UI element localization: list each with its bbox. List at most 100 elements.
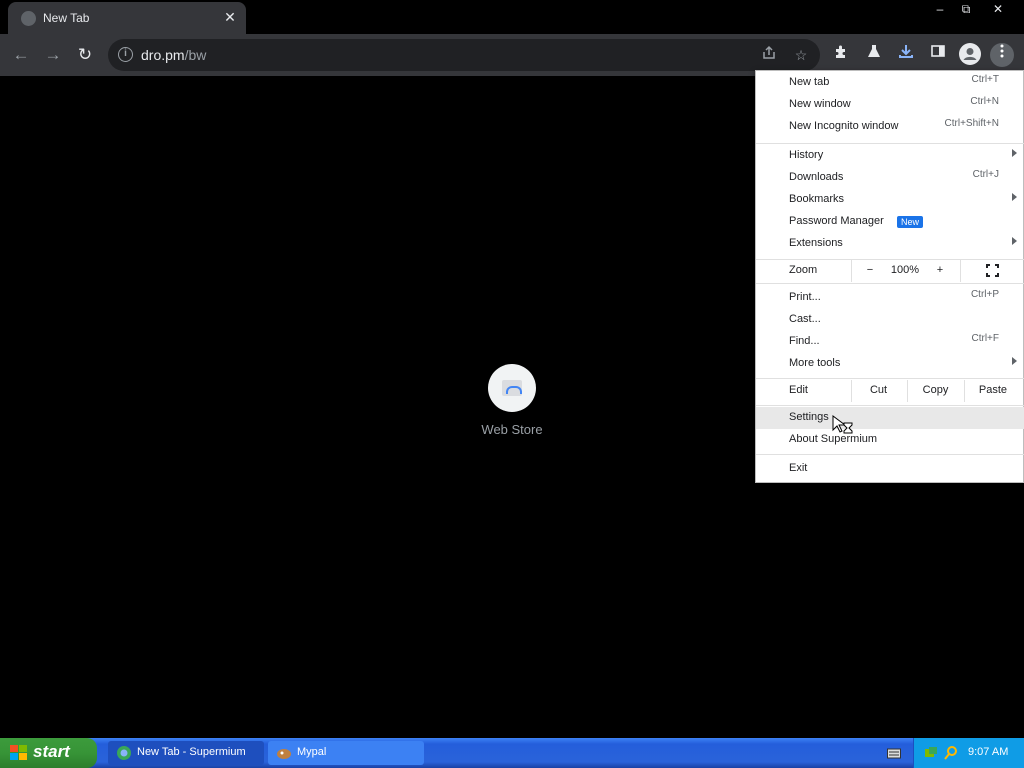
mypal-icon <box>276 745 292 761</box>
url-text: dro.pm/bw <box>141 47 206 63</box>
menu-item-new-incognito[interactable]: New Incognito window Ctrl+Shift+N <box>756 116 1024 138</box>
menu-divider <box>756 378 1024 379</box>
menu-item-more-tools[interactable]: More tools <box>756 353 1024 375</box>
menu-label: Extensions <box>789 237 843 249</box>
vertical-divider <box>960 260 961 282</box>
download-icon[interactable] <box>894 43 918 67</box>
submenu-arrow-icon <box>1012 149 1017 157</box>
task-label: New Tab - Supermium <box>137 746 246 758</box>
menu-kebab-icon[interactable] <box>990 43 1014 67</box>
start-label: start <box>33 742 70 761</box>
menu-shortcut: Ctrl+N <box>970 96 999 107</box>
tab-strip: New Tab ✕ ‒ ⧉ ✕ <box>0 0 1024 34</box>
menu-label: Password Manager <box>789 215 884 227</box>
web-store-icon <box>488 364 536 412</box>
paste-button[interactable]: Paste <box>965 384 1021 396</box>
menu-label: More tools <box>789 357 841 369</box>
zoom-out-button[interactable]: − <box>860 264 880 276</box>
menu-row-edit: Edit Cut Copy Paste <box>756 380 1024 402</box>
menu-label: New window <box>789 98 851 110</box>
labs-flask-icon[interactable] <box>862 43 886 67</box>
menu-item-downloads[interactable]: Downloads Ctrl+J <box>756 167 1024 189</box>
url-path: /bw <box>184 47 207 63</box>
address-bar[interactable]: i dro.pm/bw ☆ <box>108 39 820 71</box>
network-icon[interactable] <box>923 745 939 761</box>
menu-item-exit[interactable]: Exit <box>756 458 1024 480</box>
taskbar: start New Tab - Supermium Mypal 9:07 AM <box>0 738 1024 768</box>
tab-title: New Tab <box>43 11 90 25</box>
menu-label: Exit <box>789 462 808 474</box>
new-badge: New <box>897 216 924 228</box>
search-icon[interactable] <box>943 745 959 761</box>
bookmark-star-icon[interactable]: ☆ <box>790 45 812 67</box>
restore-button[interactable]: ⧉ <box>952 0 980 18</box>
vertical-divider <box>851 260 852 282</box>
browser-menu: New tab Ctrl+T New window Ctrl+N New Inc… <box>755 70 1024 483</box>
menu-shortcut: Ctrl+J <box>972 169 999 180</box>
site-info-icon[interactable]: i <box>118 47 133 62</box>
menu-item-history[interactable]: History <box>756 145 1024 167</box>
menu-label: New tab <box>789 76 830 88</box>
shortcut-label: Web Store <box>481 422 543 437</box>
tab-new-tab[interactable]: New Tab ✕ <box>8 2 246 34</box>
screen: New Tab ✕ ‒ ⧉ ✕ ← → ↻ i dro.pm/bw ☆ Web … <box>0 0 1024 768</box>
keyboard-icon[interactable] <box>887 747 901 759</box>
start-button[interactable]: start <box>0 738 97 768</box>
url-host: dro.pm <box>141 47 185 63</box>
reload-icon[interactable]: ↻ <box>73 43 97 67</box>
menu-item-find[interactable]: Find... Ctrl+F <box>756 331 1024 353</box>
back-icon[interactable]: ← <box>9 43 33 67</box>
busy-cursor-icon <box>832 415 853 434</box>
close-window-button[interactable]: ✕ <box>984 0 1012 18</box>
menu-divider <box>756 454 1024 455</box>
zoom-in-button[interactable]: + <box>930 264 950 276</box>
menu-item-bookmarks[interactable]: Bookmarks <box>756 189 1024 211</box>
profile-avatar-icon[interactable] <box>958 43 982 67</box>
menu-label: Edit <box>789 384 808 396</box>
menu-label: Print... <box>789 291 821 303</box>
menu-divider <box>756 143 1024 144</box>
shortcut-web-store[interactable]: Web Store <box>471 364 553 437</box>
share-icon[interactable] <box>758 45 780 67</box>
task-label: Mypal <box>297 746 327 758</box>
menu-label: New Incognito window <box>789 120 899 132</box>
menu-divider <box>756 405 1024 406</box>
menu-label: Zoom <box>789 264 818 276</box>
menu-item-settings[interactable]: Settings <box>756 407 1024 429</box>
submenu-arrow-icon <box>1012 237 1017 245</box>
menu-shortcut: Ctrl+F <box>971 333 1000 344</box>
menu-shortcut: Ctrl+Shift+N <box>944 118 999 129</box>
submenu-arrow-icon <box>1012 193 1017 201</box>
clock: 9:07 AM <box>968 746 1009 758</box>
taskbar-item-mypal[interactable]: Mypal <box>268 741 424 765</box>
menu-item-about[interactable]: About Supermium <box>756 429 1024 451</box>
menu-item-new-tab[interactable]: New tab Ctrl+T <box>756 72 1024 94</box>
minimize-button[interactable]: ‒ <box>926 0 954 18</box>
fullscreen-icon[interactable] <box>986 264 999 277</box>
menu-row-zoom: Zoom − 100% + <box>756 260 1024 282</box>
forward-icon[interactable]: → <box>41 43 65 67</box>
menu-label: Downloads <box>789 171 844 183</box>
menu-item-new-window[interactable]: New window Ctrl+N <box>756 94 1024 116</box>
menu-item-extensions[interactable]: Extensions <box>756 233 1024 255</box>
menu-label: Cast... <box>789 313 821 325</box>
menu-label: Settings <box>789 411 829 423</box>
extensions-icon[interactable] <box>830 43 854 67</box>
copy-button[interactable]: Copy <box>908 384 963 396</box>
menu-item-cast[interactable]: Cast... <box>756 309 1024 331</box>
windows-logo-icon <box>10 745 28 761</box>
menu-item-print[interactable]: Print... Ctrl+P <box>756 287 1024 309</box>
taskbar-item-supermium[interactable]: New Tab - Supermium <box>108 741 264 765</box>
menu-label: History <box>789 149 824 161</box>
system-tray: 9:07 AM <box>913 738 1024 768</box>
menu-item-password-manager[interactable]: Password Manager New <box>756 211 1024 233</box>
supermium-icon <box>116 745 132 761</box>
side-panel-icon[interactable] <box>926 43 950 67</box>
tab-close-icon[interactable]: ✕ <box>221 8 239 26</box>
cut-button[interactable]: Cut <box>852 384 905 396</box>
menu-label: Bookmarks <box>789 193 845 205</box>
submenu-arrow-icon <box>1012 357 1017 365</box>
menu-label: Find... <box>789 335 820 347</box>
menu-divider <box>756 283 1024 284</box>
globe-icon <box>21 11 36 26</box>
